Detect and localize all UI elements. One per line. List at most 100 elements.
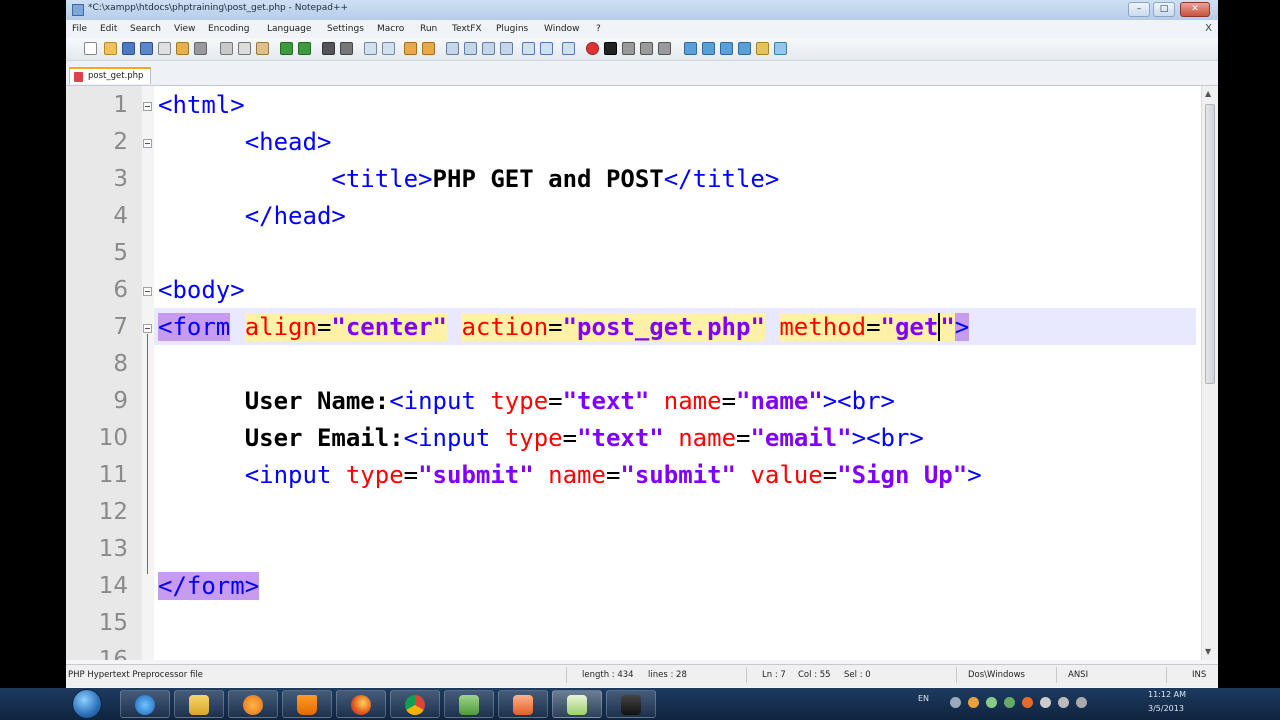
internet-explorer-icon [135,695,155,715]
fold-toggle-icon[interactable] [143,324,152,333]
menu-run[interactable]: Run [420,24,437,34]
redo-icon[interactable] [298,42,311,55]
scroll-up-arrow-icon[interactable]: ▲ [1205,89,1211,98]
find-icon[interactable] [322,42,335,55]
menu-encoding[interactable]: Encoding [208,24,249,34]
menu-view[interactable]: View [174,24,195,34]
line-number: 15 [98,610,128,636]
taskbar-app-green[interactable] [444,690,494,718]
move-down-icon[interactable] [720,42,733,55]
taskbar-explorer[interactable] [174,690,224,718]
replace-icon[interactable] [340,42,353,55]
show-all-characters-icon[interactable] [464,42,477,55]
sync-scroll-horizontal-icon[interactable] [422,42,435,55]
copy-icon[interactable] [238,42,251,55]
minimize-button[interactable]: – [1128,2,1150,17]
equals-sign: = [736,424,751,452]
taskbar-app-cmd[interactable] [606,690,656,718]
tray-network-icon[interactable] [950,697,961,708]
zoom-out-icon[interactable] [382,42,395,55]
fold-toggle-icon[interactable] [143,102,152,111]
fold-toggle-icon[interactable] [143,287,152,296]
attribute-value: "text" [577,424,664,452]
taskbar-notepadpp[interactable] [552,690,602,718]
taskbar-vlc[interactable] [282,690,332,718]
taskbar-app-orange[interactable] [498,690,548,718]
tab-post-get-php[interactable]: post_get.php [69,67,151,84]
cut-icon[interactable] [220,42,233,55]
textfx-icon[interactable] [684,42,697,55]
scroll-down-arrow-icon[interactable]: ▼ [1205,647,1211,656]
taskbar-internet-explorer[interactable] [120,690,170,718]
menu-edit[interactable]: Edit [100,24,117,34]
paste-icon[interactable] [256,42,269,55]
menu-language[interactable]: Language [267,24,311,34]
tray-battery-icon[interactable] [1076,697,1087,708]
notepadpp-icon [567,695,587,715]
doc-map-icon[interactable] [522,42,535,55]
menu-search[interactable]: Search [130,24,161,34]
close-document-icon[interactable]: X [1205,23,1212,34]
status-divider [566,667,567,683]
code-editor[interactable]: 1 2 3 4 5 6 7 8 9 10 11 12 13 14 15 16 <… [66,86,1218,660]
move-up-icon[interactable] [702,42,715,55]
tray-flag-icon[interactable] [1040,697,1051,708]
attribute-name: name [678,424,737,452]
tray-security-icon[interactable] [986,697,997,708]
undo-icon[interactable] [280,42,293,55]
taskbar-chrome[interactable] [390,690,440,718]
save-macro-icon[interactable] [658,42,671,55]
folder-workspace-icon[interactable] [562,42,575,55]
open-file-icon[interactable] [104,42,117,55]
line-number: 11 [98,462,128,488]
tray-app-icon[interactable] [1004,697,1015,708]
equals-sign: = [548,313,563,341]
tray-date[interactable]: 3/5/2013 [1148,704,1184,713]
tray-app-icon[interactable] [1022,697,1033,708]
menu-plugins[interactable]: Plugins [496,24,528,34]
tray-app-icon[interactable] [968,697,979,708]
code-line-10: User Email:<input type="text" name="emai… [158,420,924,457]
bookmark-icon[interactable] [756,42,769,55]
stop-recording-icon[interactable] [604,42,617,55]
menu-settings[interactable]: Settings [327,24,364,34]
record-macro-icon[interactable] [586,42,599,55]
status-divider [1166,667,1167,683]
new-file-icon[interactable] [84,42,97,55]
filter-icon[interactable] [774,42,787,55]
menu-textfx[interactable]: TextFX [452,24,482,34]
menu-macro[interactable]: Macro [377,24,404,34]
status-selection: Sel : 0 [844,670,871,680]
playback-macro-icon[interactable] [622,42,635,55]
html-tag: ><br> [851,424,924,452]
menu-file[interactable]: File [72,24,87,34]
maximize-button[interactable]: □ [1153,2,1175,17]
menu-window[interactable]: Window [544,24,580,34]
word-wrap-icon[interactable] [446,42,459,55]
taskbar-firefox[interactable] [336,690,386,718]
save-all-icon[interactable] [140,42,153,55]
zoom-in-icon[interactable] [364,42,377,55]
close-file-icon[interactable] [158,42,171,55]
indent-guide-icon[interactable] [482,42,495,55]
tray-language[interactable]: EN [918,694,929,703]
scrollbar-thumb[interactable] [1205,104,1215,384]
function-list-icon[interactable] [540,42,553,55]
sync-scroll-vertical-icon[interactable] [404,42,417,55]
label-text: User Email: [244,424,404,452]
run-macro-multiple-icon[interactable] [640,42,653,55]
close-all-icon[interactable] [176,42,189,55]
taskbar-media-player[interactable] [228,690,278,718]
fold-toggle-icon[interactable] [143,139,152,148]
vertical-scrollbar[interactable]: ▲ ▼ [1201,86,1218,660]
tray-volume-icon[interactable] [1058,697,1069,708]
print-icon[interactable] [194,42,207,55]
windows-taskbar [0,688,1280,720]
save-icon[interactable] [122,42,135,55]
sort-icon[interactable] [738,42,751,55]
start-button[interactable] [72,689,102,719]
menu-help[interactable]: ? [596,24,601,34]
close-button[interactable]: ✕ [1180,2,1210,17]
tray-time[interactable]: 11:12 AM [1148,690,1186,699]
language-icon[interactable] [500,42,513,55]
